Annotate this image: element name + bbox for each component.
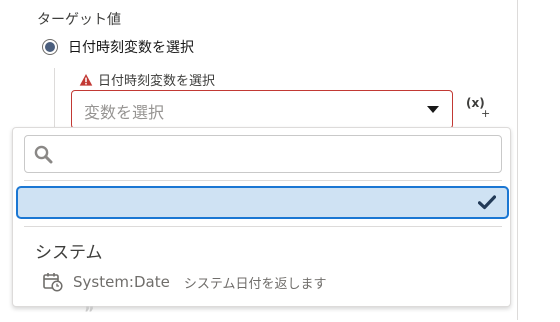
- combobox-placeholder: 変数を選択: [84, 103, 165, 122]
- check-icon: [478, 195, 496, 210]
- target-value-label: ターゲット値: [37, 12, 121, 28]
- variable-combobox[interactable]: 変数を選択: [71, 90, 453, 129]
- dropdown-divider-top: [24, 180, 502, 181]
- radio-label: 日付時刻変数を選択: [68, 40, 194, 56]
- plus-icon: +: [481, 107, 491, 120]
- dropdown-search-input[interactable]: [24, 135, 502, 173]
- calendar-clock-icon: [43, 273, 63, 292]
- option-title: System:Date: [73, 273, 170, 291]
- insert-variable-button[interactable]: (x) +: [466, 96, 492, 120]
- selected-option[interactable]: [16, 186, 509, 219]
- field-label: 日付時刻変数を選択: [98, 74, 216, 89]
- search-icon: [34, 145, 53, 164]
- dropdown-divider-middle: [24, 226, 502, 227]
- radio-select-datetime-variable[interactable]: 日付時刻変数を選択: [42, 37, 194, 57]
- variable-dropdown: システム System:Date システム日付を返します: [12, 127, 511, 307]
- caret-down-icon[interactable]: [427, 106, 439, 113]
- indent-guide: [54, 68, 55, 130]
- panel-border: [517, 0, 518, 320]
- field-label-row: 日付時刻変数を選択: [79, 70, 215, 89]
- group-header-system: システム: [35, 243, 103, 263]
- radio-button[interactable]: [42, 39, 58, 55]
- radio-selected-dot: [45, 42, 55, 52]
- option-system-date[interactable]: System:Date システム日付を返します: [43, 272, 326, 292]
- option-description: システム日付を返します: [183, 276, 327, 292]
- warning-icon: [79, 73, 93, 86]
- background-quote-glyph: ”: [84, 303, 95, 322]
